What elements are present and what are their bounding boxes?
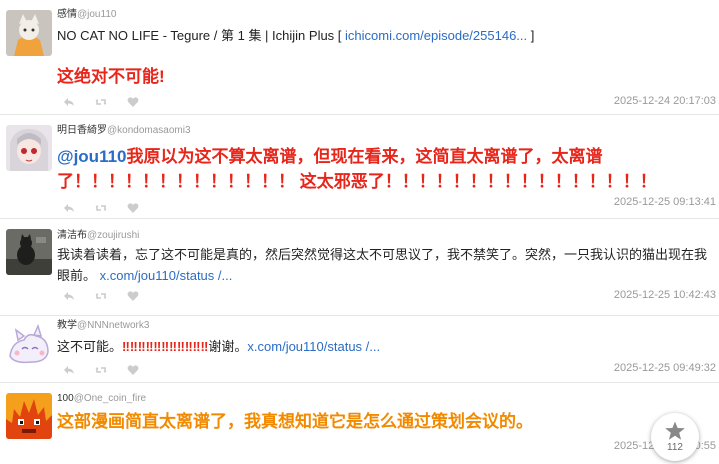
tweet-timestamp[interactable]: 2025-12-25 10:42:43 — [614, 289, 716, 301]
tweet-actions — [63, 289, 159, 303]
mention-link[interactable]: @jou110 — [57, 147, 127, 166]
user-handle[interactable]: @One_coin_fire — [74, 393, 146, 404]
tweet-link[interactable]: x.com/jou110/status /... — [247, 339, 380, 354]
tweet-text-body: 这不可能。 — [57, 339, 123, 354]
tweet-text-line2: 了！！！！！！！！！！！！！ 这太邪恶了！！！！！！！！！！！！！！！！ — [57, 172, 657, 191]
user-name-line: 100@One_coin_fire — [57, 393, 146, 405]
retweet-icon[interactable] — [95, 95, 127, 109]
heart-icon[interactable] — [127, 95, 159, 109]
tweet-text: 我读着读着，忘了这不可能是真的，然后突然觉得这太不可思议了，我不禁笑了。突然，一… — [57, 244, 711, 286]
tweet-timestamp[interactable]: 2025-12-24 20:17:03 — [614, 95, 716, 107]
tweet-item: 清洁布@zoujirushi 我读着读着，忘了这不可能是真的，然后突然觉得这太不… — [0, 219, 719, 316]
tweet-text: @jou110我原以为这不算太离谱，但现在看来，这简直太离谱了，太离谱 了！！！… — [57, 144, 711, 194]
user-name-line: 教学@NNNnetwork3 — [57, 320, 149, 332]
user-name-line: 明日香綺罗@kondomasaomi3 — [57, 125, 191, 137]
tweet-item: 感情@jou110 NO CAT NO LIFE - Tegure / 第 1 … — [0, 0, 719, 115]
avatar[interactable] — [6, 322, 52, 368]
retweet-icon[interactable] — [95, 289, 127, 303]
favorites-fab-button[interactable]: 112 — [651, 413, 699, 461]
tweet-text: 这部漫画简直太离谱了，我真想知道它是怎么通过策划会议的。 — [57, 412, 533, 431]
display-name[interactable]: 教学 — [57, 320, 77, 331]
user-name-line: 感情@jou110 — [57, 9, 116, 21]
favorites-count: 112 — [667, 442, 683, 453]
user-name-line: 清洁布@zoujirushi — [57, 230, 139, 242]
tweet-actions — [63, 363, 159, 377]
tweet-text-title: NO CAT NO LIFE - Tegure / 第 1 集 | Ichiji… — [57, 28, 346, 43]
tweet-link[interactable]: ichicomi.com/episode/255146... — [345, 28, 527, 43]
timeline-feed: 感情@jou110 NO CAT NO LIFE - Tegure / 第 1 … — [0, 0, 719, 464]
user-handle[interactable]: @zoujirushi — [87, 230, 139, 241]
avatar[interactable] — [6, 125, 52, 171]
tweet-exclamations: ‼‼‼‼‼‼‼‼‼‼‼ — [122, 339, 209, 354]
user-handle[interactable]: @jou110 — [77, 9, 116, 20]
tweet-text-line1: 我原以为这不算太离谱，但现在看来，这简直太离谱了，太离谱 — [126, 147, 603, 166]
star-icon — [665, 421, 685, 440]
retweet-icon[interactable] — [95, 201, 127, 215]
reply-icon[interactable] — [63, 95, 95, 109]
reply-icon[interactable] — [63, 201, 95, 215]
avatar[interactable] — [6, 229, 52, 275]
tweet-text: 这不可能。‼‼‼‼‼‼‼‼‼‼‼谢谢。x.com/jou110/status /… — [57, 336, 711, 357]
tweet-item: 教学@NNNnetwork3 这不可能。‼‼‼‼‼‼‼‼‼‼‼谢谢。x.com/… — [0, 316, 719, 383]
display-name[interactable]: 清洁布 — [57, 230, 87, 241]
tweet-actions — [63, 95, 159, 109]
tweet-timestamp[interactable]: 2025-12-25 09:13:41 — [614, 196, 716, 208]
reply-icon[interactable] — [63, 289, 95, 303]
display-name[interactable]: 明日香綺罗 — [57, 125, 107, 136]
heart-icon[interactable] — [127, 363, 159, 377]
display-name[interactable]: 100 — [57, 393, 74, 404]
heart-icon[interactable] — [127, 201, 159, 215]
tweet-text-thanks: 谢谢。 — [208, 339, 248, 354]
user-handle[interactable]: @NNNnetwork3 — [77, 320, 149, 331]
tweet-item: 明日香綺罗@kondomasaomi3 @jou110我原以为这不算太离谱，但现… — [0, 115, 719, 219]
tweet-text-bracket: ] — [527, 28, 535, 43]
heart-icon[interactable] — [127, 289, 159, 303]
avatar[interactable] — [6, 393, 52, 439]
tweet-link[interactable]: x.com/jou110/status /... — [100, 268, 233, 283]
reply-icon[interactable] — [63, 363, 95, 377]
retweet-icon[interactable] — [95, 363, 127, 377]
display-name[interactable]: 感情 — [57, 9, 77, 20]
avatar[interactable] — [6, 10, 52, 56]
tweet-actions — [63, 201, 159, 215]
tweet-text: NO CAT NO LIFE - Tegure / 第 1 集 | Ichiji… — [57, 25, 711, 46]
user-handle[interactable]: @kondomasaomi3 — [107, 125, 191, 136]
tweet-item: 100@One_coin_fire 这部漫画简直太离谱了，我真想知道它是怎么通过… — [0, 383, 719, 464]
tweet-timestamp[interactable]: 2025-12-25 09:49:32 — [614, 362, 716, 374]
tweet-comment: 这绝对不可能! — [57, 67, 165, 86]
